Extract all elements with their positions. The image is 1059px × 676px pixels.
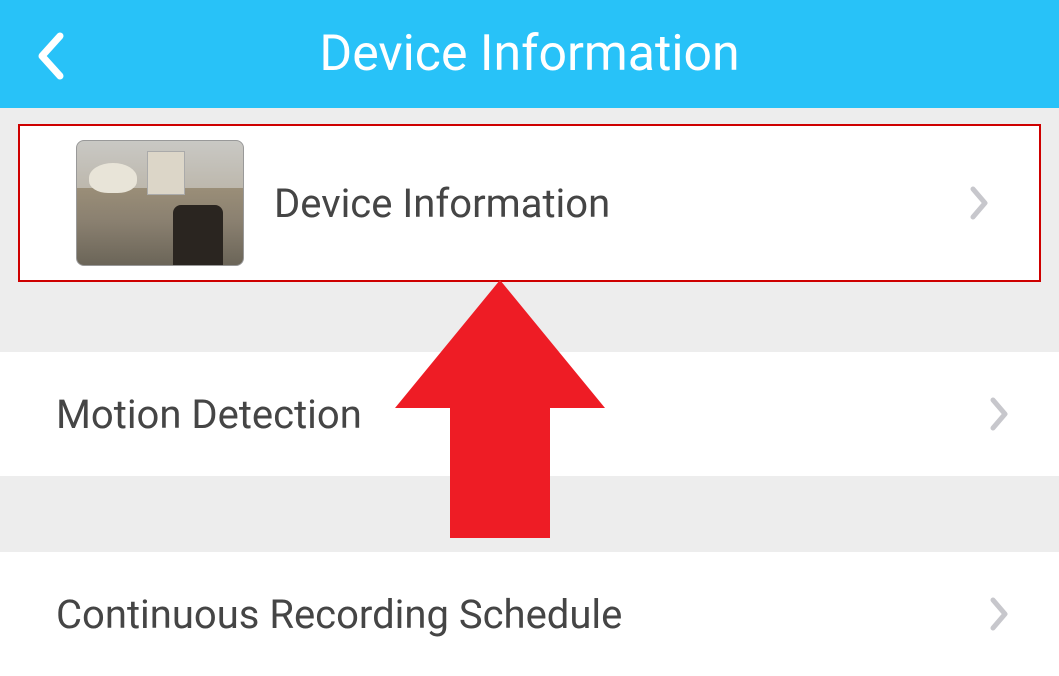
item-label: Device Information (274, 180, 969, 227)
list-item-motion-detection[interactable]: Motion Detection (0, 352, 1059, 476)
item-label: Continuous Recording Schedule (56, 591, 989, 638)
list-item-device-information[interactable]: Device Information (18, 124, 1041, 282)
chevron-right-icon (969, 185, 989, 221)
camera-thumbnail (76, 140, 244, 266)
item-label: Motion Detection (56, 391, 989, 438)
spacer (0, 476, 1059, 552)
content-area: Device Information Motion Detection Cont… (0, 108, 1059, 676)
list-item-continuous-recording-schedule[interactable]: Continuous Recording Schedule (0, 552, 1059, 676)
page-title: Device Information (0, 25, 1059, 83)
back-icon[interactable] (36, 32, 66, 80)
spacer (0, 282, 1059, 352)
chevron-right-icon (989, 396, 1009, 432)
header-bar: Device Information (0, 0, 1059, 108)
chevron-right-icon (989, 596, 1009, 632)
